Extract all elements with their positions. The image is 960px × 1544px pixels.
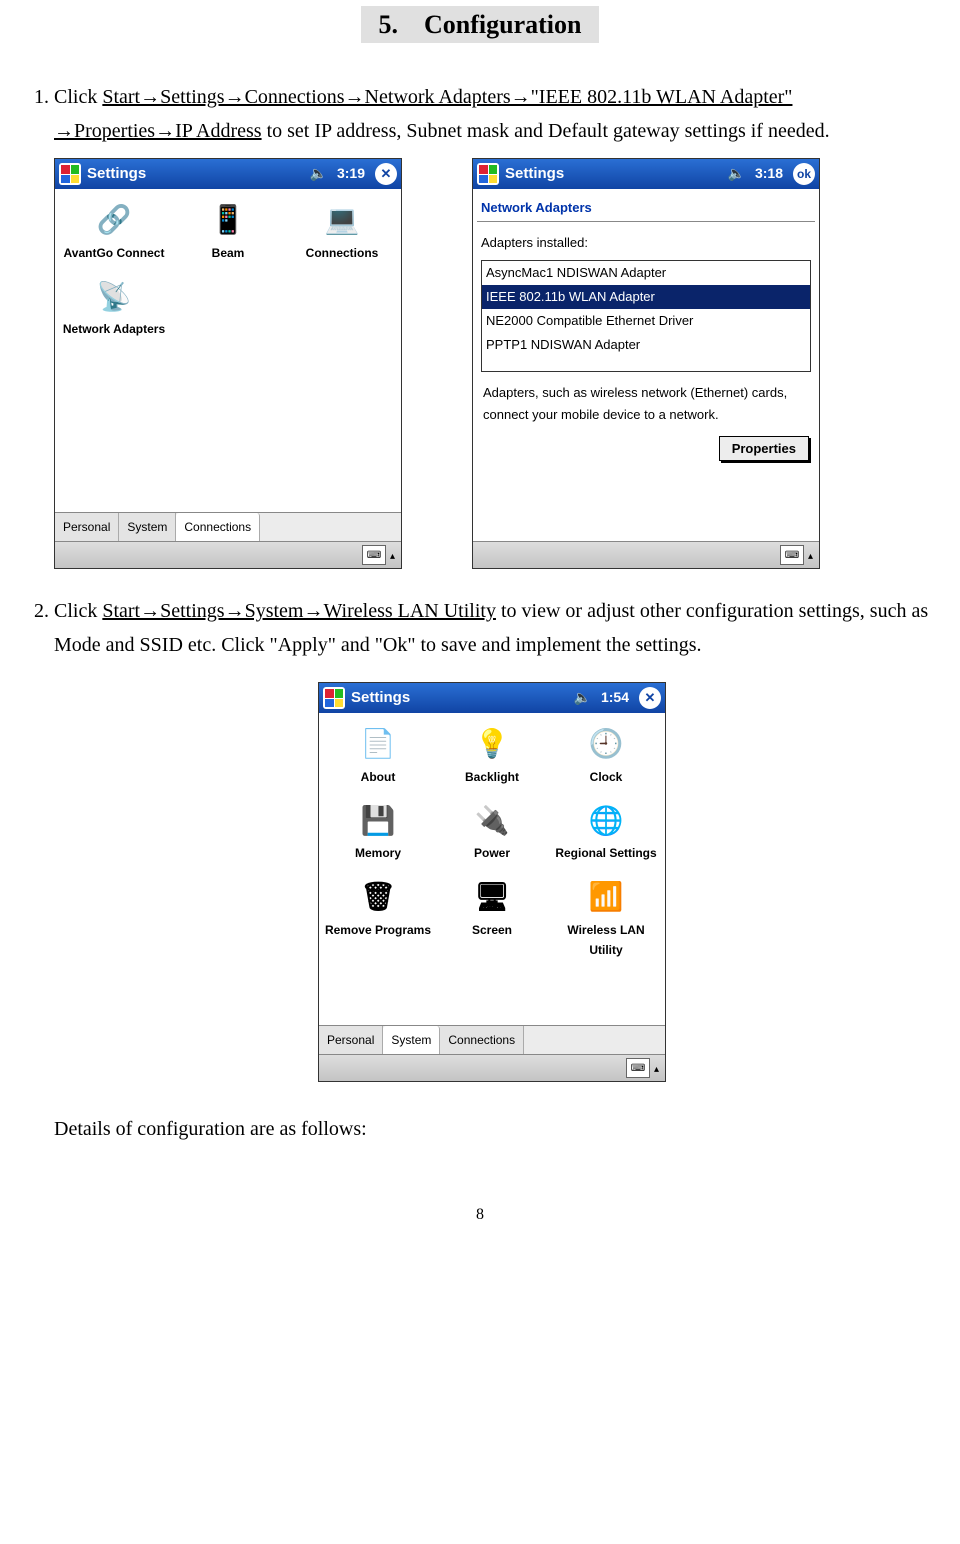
list-item[interactable]: IEEE 802.11b WLAN Adapter <box>482 285 810 309</box>
speaker-icon[interactable] <box>310 162 327 186</box>
tab-system[interactable]: System <box>383 1026 440 1054</box>
icon-label: About <box>323 767 433 787</box>
window-title: Settings <box>351 685 568 711</box>
start-icon[interactable] <box>59 163 81 185</box>
icon-label: Screen <box>437 920 547 940</box>
properties-button[interactable]: Properties <box>719 436 809 461</box>
icon-label: Power <box>437 843 547 863</box>
step1-tail: to set IP address, Subnet mask and Defau… <box>267 120 830 142</box>
app-icon-beam[interactable]: Beam <box>173 195 283 267</box>
tab-personal[interactable]: Personal <box>55 513 119 541</box>
page-number: 8 <box>30 1206 930 1224</box>
titlebar: Settings 3:18 ok <box>473 159 819 189</box>
sip-bar <box>473 541 819 568</box>
app-icon-power[interactable]: Power <box>437 795 547 867</box>
regional-icon <box>585 799 627 841</box>
up-arrow-icon[interactable] <box>390 544 395 566</box>
tab-system[interactable]: System <box>119 513 176 541</box>
netadapt-icon <box>93 275 135 317</box>
icon-label: Remove Programs <box>323 920 433 940</box>
tab-connections[interactable]: Connections <box>176 513 260 541</box>
app-icon-backlight[interactable]: Backlight <box>437 719 547 791</box>
ok-button[interactable]: ok <box>793 163 815 185</box>
icon-label: Network Adapters <box>59 319 169 339</box>
step1-path: Start→Settings→Connections→Network Adapt… <box>102 86 792 108</box>
keyboard-icon[interactable] <box>626 1058 650 1078</box>
screenshot-network-adapters: Settings 3:18 ok Network Adapters Adapte… <box>472 158 820 569</box>
remove-icon <box>357 876 399 918</box>
list-item[interactable]: NE2000 Compatible Ethernet Driver <box>482 309 810 333</box>
conn-icon <box>321 199 363 241</box>
icon-label: Regional Settings <box>551 843 661 863</box>
adapters-listbox[interactable]: AsyncMac1 NDISWAN AdapterIEEE 802.11b WL… <box>481 260 811 372</box>
list-item[interactable]: PPTP1 NDISWAN Adapter <box>482 333 810 357</box>
start-icon[interactable] <box>323 687 345 709</box>
tab-connections[interactable]: Connections <box>440 1026 524 1054</box>
section-number: 5. <box>379 10 399 39</box>
titlebar: Settings 1:54 ✕ <box>319 683 665 713</box>
step-2: Click Start→Settings→System→Wireless LAN… <box>54 594 930 1146</box>
up-arrow-icon[interactable] <box>654 1057 659 1079</box>
clock: 1:54 <box>601 686 629 710</box>
clock: 3:18 <box>755 162 783 186</box>
icon-label: AvantGo Connect <box>59 243 169 263</box>
keyboard-icon[interactable] <box>362 545 386 565</box>
sip-bar <box>55 541 401 568</box>
icon-label: Clock <box>551 767 661 787</box>
section-title: 5. Configuration <box>30 10 930 40</box>
app-icon-remove-programs[interactable]: Remove Programs <box>323 872 433 965</box>
section-name: Configuration <box>424 10 581 39</box>
tab-bar: PersonalSystemConnections <box>55 512 401 541</box>
app-icon-network-adapters[interactable]: Network Adapters <box>59 271 169 343</box>
tab-bar: PersonalSystemConnections <box>319 1025 665 1054</box>
wlan-icon <box>585 876 627 918</box>
up-arrow-icon[interactable] <box>808 544 813 566</box>
step2-lead: Click <box>54 600 102 622</box>
page-heading: Network Adapters <box>477 195 815 222</box>
screen-icon <box>471 876 513 918</box>
app-icon-regional-settings[interactable]: Regional Settings <box>551 795 661 867</box>
tab-personal[interactable]: Personal <box>319 1026 383 1054</box>
start-icon[interactable] <box>477 163 499 185</box>
backlight-icon <box>471 723 513 765</box>
beam-icon <box>207 199 249 241</box>
about-icon <box>357 723 399 765</box>
icon-label: Beam <box>173 243 283 263</box>
list-item[interactable]: AsyncMac1 NDISWAN Adapter <box>482 261 810 285</box>
window-title: Settings <box>505 161 722 187</box>
window-title: Settings <box>87 161 304 187</box>
app-icon-memory[interactable]: Memory <box>323 795 433 867</box>
close-button[interactable]: ✕ <box>375 163 397 185</box>
adapters-description: Adapters, such as wireless network (Ethe… <box>477 376 815 432</box>
titlebar: Settings 3:19 ✕ <box>55 159 401 189</box>
details-line: Details of configuration are as follows: <box>54 1112 930 1146</box>
keyboard-icon[interactable] <box>780 545 804 565</box>
power-icon <box>471 799 513 841</box>
icon-label: Memory <box>323 843 433 863</box>
adapters-label: Adapters installed: <box>477 230 815 256</box>
step-1: Click Start→Settings→Connections→Network… <box>54 80 930 569</box>
speaker-icon[interactable] <box>728 162 745 186</box>
sip-bar <box>319 1054 665 1081</box>
close-button[interactable]: ✕ <box>639 687 661 709</box>
icon-label: Backlight <box>437 767 547 787</box>
clock: 3:19 <box>337 162 365 186</box>
app-icon-clock[interactable]: Clock <box>551 719 661 791</box>
memory-icon <box>357 799 399 841</box>
screenshot-system: Settings 1:54 ✕ AboutBacklightClock Memor… <box>318 682 666 1082</box>
app-icon-wireless-lan-utility[interactable]: Wireless LAN Utility <box>551 872 661 965</box>
app-icon-screen[interactable]: Screen <box>437 872 547 965</box>
avantgo-icon <box>93 199 135 241</box>
icon-label: Connections <box>287 243 397 263</box>
speaker-icon[interactable] <box>574 686 591 710</box>
icon-label: Wireless LAN Utility <box>551 920 661 961</box>
app-icon-avantgo-connect[interactable]: AvantGo Connect <box>59 195 169 267</box>
app-icon-about[interactable]: About <box>323 719 433 791</box>
step1-lead: Click <box>54 86 97 108</box>
screenshot-connections: Settings 3:19 ✕ AvantGo ConnectBeamConne… <box>54 158 402 569</box>
step1-path2: →Properties→IP Address <box>54 120 262 142</box>
step2-path: Start→Settings→System→Wireless LAN Utili… <box>102 600 496 622</box>
clock-icon <box>585 723 627 765</box>
app-icon-connections[interactable]: Connections <box>287 195 397 267</box>
